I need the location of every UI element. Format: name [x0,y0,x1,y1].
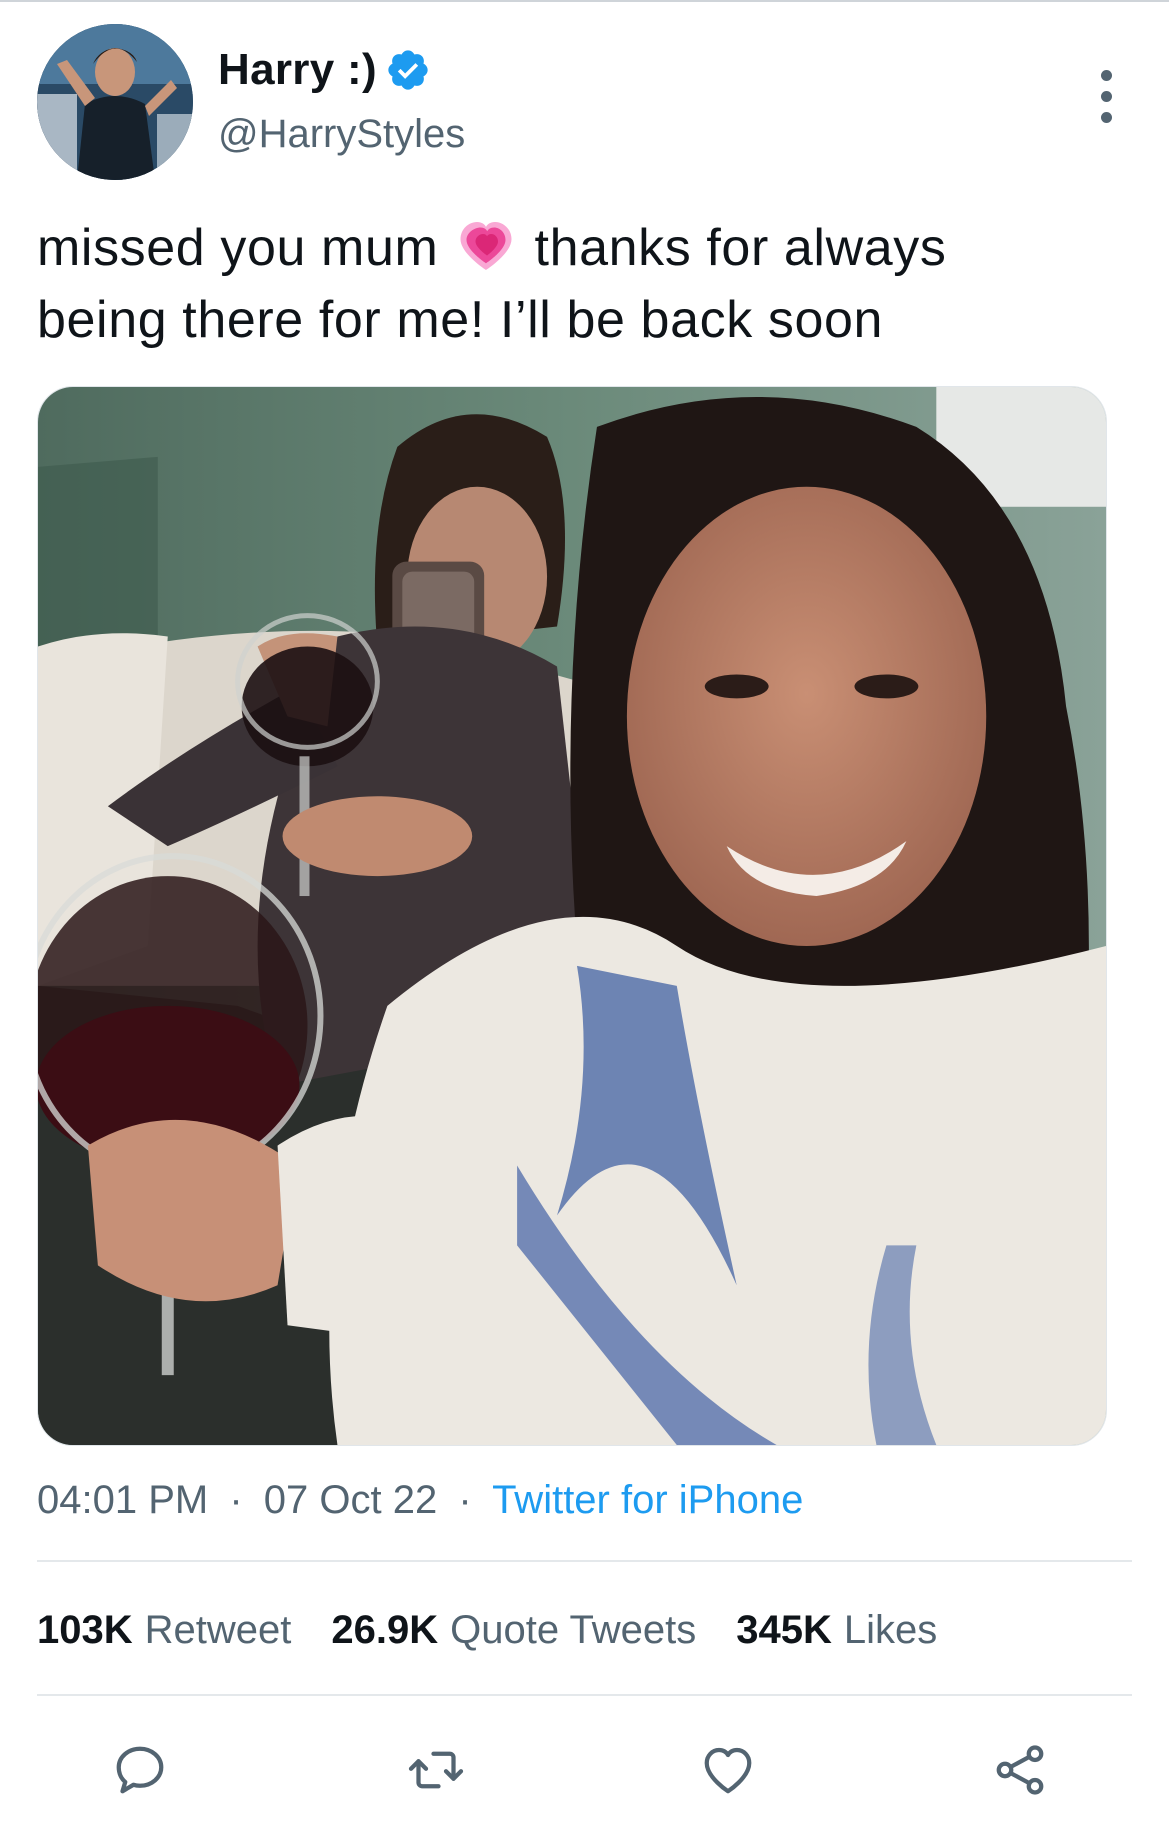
verified-badge-icon [388,50,428,90]
avatar-photo [37,24,193,180]
retweet-icon [408,1751,464,1789]
retweet-button[interactable] [396,1730,476,1810]
tweet-stats: 103K Retweet 26.9K Quote Tweets 345K Lik… [37,1606,977,1654]
author-name-row[interactable]: Harry :) [218,44,431,96]
tweet-photo-image [38,387,1106,1445]
more-dot-icon [1100,111,1112,123]
top-divider [0,0,1169,2]
quote-tweets-stat[interactable]: 26.9K Quote Tweets [331,1606,696,1654]
likes-stat[interactable]: 345K Likes [736,1606,937,1654]
retweet-stat[interactable]: 103K Retweet [37,1606,291,1654]
author-handle[interactable]: @HarryStyles [218,110,465,158]
likes-count: 345K [736,1608,832,1652]
author-avatar[interactable] [37,24,193,180]
tweet-time[interactable]: 04:01 PM [37,1478,208,1522]
retweet-label: Retweet [144,1608,292,1652]
like-button[interactable] [688,1730,768,1810]
tweet-meta: 04:01 PM · 07 Oct 22 · Twitter for iPhon… [37,1476,803,1524]
tweet-actions-bar [0,1730,1169,1810]
quote-label: Quote Tweets [450,1608,697,1652]
tweet-text: missed you mum thanks for always being t… [37,212,1087,356]
tweet-source-link[interactable]: Twitter for iPhone [492,1478,803,1522]
reply-button[interactable] [100,1730,180,1810]
share-icon [996,1745,1044,1795]
more-options-button[interactable] [1084,52,1128,140]
likes-label: Likes [843,1608,938,1652]
more-dot-icon [1100,69,1112,81]
growing-heart-emoji [460,222,512,270]
stats-divider [37,1694,1132,1696]
retweet-count: 103K [37,1608,133,1652]
meta-divider [37,1560,1132,1562]
meta-separator: · [229,1478,243,1522]
quote-count: 26.9K [331,1608,439,1652]
share-button[interactable] [980,1730,1060,1810]
more-dot-icon [1100,90,1112,102]
meta-separator: · [458,1478,472,1522]
tweet-date[interactable]: 07 Oct 22 [264,1478,437,1522]
reply-icon [116,1746,164,1794]
heart-icon [704,1747,752,1794]
author-display-name[interactable]: Harry :) [218,44,377,96]
tweet-photo[interactable] [37,386,1107,1446]
tweet-text-part1: missed you mum [37,219,439,277]
